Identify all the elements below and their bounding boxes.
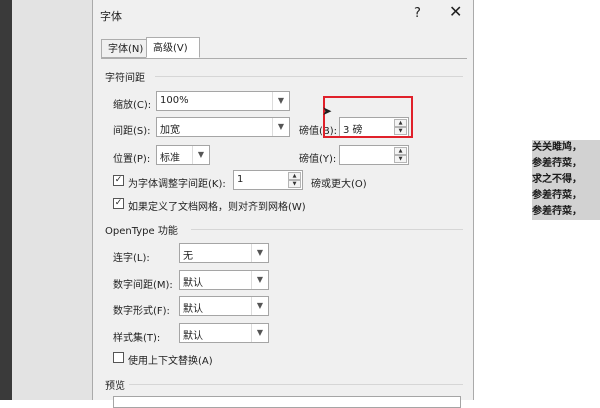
num-spacing-value: 默认 <box>183 278 203 289</box>
document-line: 参差荇菜， <box>532 158 582 169</box>
document-line: 关关雎鸠， <box>532 142 582 153</box>
position-by-spinner[interactable]: ▲ ▼ <box>339 145 409 165</box>
document-line: 求之不得， <box>532 174 582 185</box>
spacing-label: 间距(S): <box>113 126 151 137</box>
group-divider <box>191 229 463 230</box>
ligatures-label: 连字(L): <box>113 253 150 264</box>
spacing-value: 加宽 <box>160 125 180 136</box>
contextual-label[interactable]: 使用上下文替换(A) <box>128 352 213 367</box>
preview-group-label: 预览 <box>105 381 125 392</box>
spacing-select[interactable]: 加宽 ▼ <box>156 117 290 137</box>
char-spacing-group-label: 字符间距 <box>105 73 145 84</box>
snap-grid-checkbox[interactable]: ✓ <box>113 198 124 209</box>
kerning-suffix: 磅或更大(O) <box>311 179 367 190</box>
num-forms-label: 数字形式(F): <box>113 306 170 317</box>
close-button[interactable]: ✕ <box>449 2 462 21</box>
num-forms-select[interactable]: 默认 ▼ <box>179 296 269 316</box>
mouse-pointer-icon: ➤ <box>322 104 333 118</box>
background-window-area <box>12 0 92 400</box>
background-left-edge <box>0 0 12 400</box>
group-divider <box>155 76 463 77</box>
document-selected-text[interactable]: 关关雎鸠， 参差荇菜， 求之不得， 参差荇菜， 参差荇菜， <box>532 140 600 220</box>
scale-select[interactable]: 100% ▼ <box>156 91 290 111</box>
chevron-down-icon: ▼ <box>272 118 289 136</box>
ligatures-value: 无 <box>183 251 193 262</box>
scale-label: 缩放(C): <box>113 100 152 111</box>
font-dialog: 字体 ? ✕ 字体(N) 高级(V) 字符间距 缩放(C): 100% ▼ 间距… <box>92 0 474 408</box>
position-label: 位置(P): <box>113 154 151 165</box>
arrow-up-icon[interactable]: ▲ <box>394 147 407 155</box>
help-button[interactable]: ? <box>414 6 421 21</box>
chevron-down-icon: ▼ <box>251 324 268 342</box>
tab-font[interactable]: 字体(N) <box>101 39 151 58</box>
kerning-value: 1 <box>237 174 244 185</box>
position-select[interactable]: 标准 ▼ <box>156 145 210 165</box>
stylistic-value: 默认 <box>183 331 203 342</box>
stylistic-select[interactable]: 默认 ▼ <box>179 323 269 343</box>
highlight-box <box>323 96 413 138</box>
kerning-spinner[interactable]: 1 ▲ ▼ <box>233 170 303 190</box>
position-by-label: 磅值(Y): <box>299 154 337 165</box>
group-divider <box>129 384 463 385</box>
ligatures-select[interactable]: 无 ▼ <box>179 243 269 263</box>
tab-advanced[interactable]: 高级(V) <box>146 37 200 58</box>
num-forms-value: 默认 <box>183 304 203 315</box>
arrow-down-icon[interactable]: ▼ <box>288 180 301 188</box>
preview-box <box>113 396 461 408</box>
stylistic-label: 样式集(T): <box>113 333 161 344</box>
scale-value: 100% <box>160 95 189 106</box>
num-spacing-select[interactable]: 默认 ▼ <box>179 270 269 290</box>
position-value: 标准 <box>160 153 180 164</box>
snap-grid-label[interactable]: 如果定义了文档网格，则对齐到网格(W) <box>128 198 306 213</box>
kerning-label[interactable]: 为字体调整字间距(K): <box>128 175 226 190</box>
tab-divider <box>101 58 467 59</box>
chevron-down-icon: ▼ <box>251 244 268 262</box>
chevron-down-icon: ▼ <box>272 92 289 110</box>
chevron-down-icon: ▼ <box>192 146 209 164</box>
chevron-down-icon: ▼ <box>251 297 268 315</box>
dialog-title: 字体 <box>100 10 122 23</box>
document-line: 参差荇菜， <box>532 190 582 201</box>
chevron-down-icon: ▼ <box>251 271 268 289</box>
num-spacing-label: 数字间距(M): <box>113 280 173 291</box>
opentype-group-label: OpenType 功能 <box>105 226 178 237</box>
document-line: 参差荇菜， <box>532 206 582 217</box>
contextual-checkbox[interactable] <box>113 352 124 363</box>
arrow-down-icon[interactable]: ▼ <box>394 155 407 163</box>
kerning-checkbox[interactable]: ✓ <box>113 175 124 186</box>
arrow-up-icon[interactable]: ▲ <box>288 172 301 180</box>
